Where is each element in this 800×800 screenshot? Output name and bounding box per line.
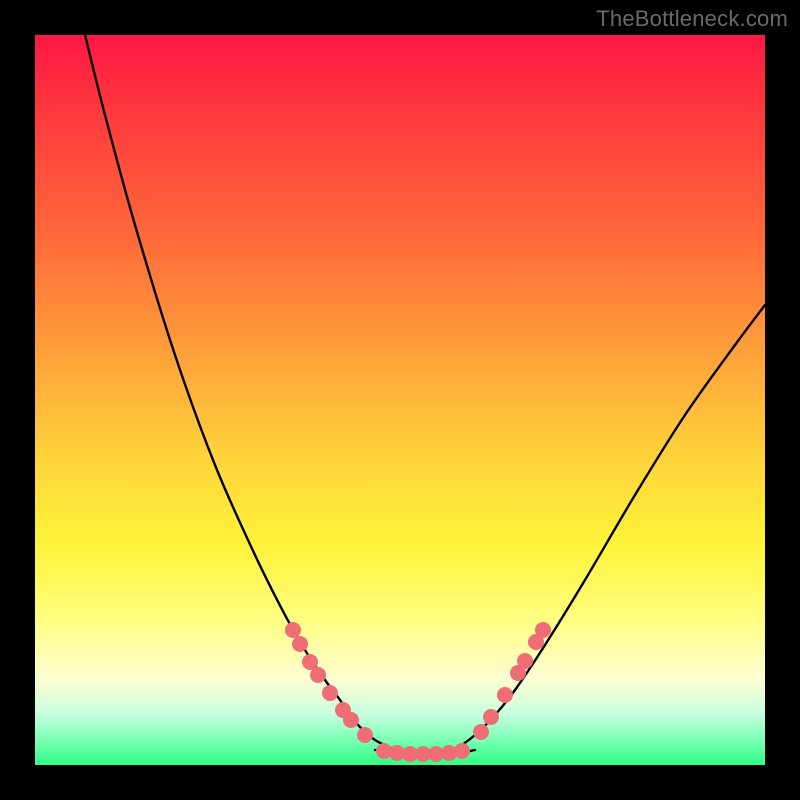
watermark-label: TheBottleneck.com — [596, 6, 788, 32]
curve-right-curve — [455, 305, 765, 750]
chart-frame: TheBottleneck.com — [0, 0, 800, 800]
data-marker — [454, 743, 470, 759]
data-marker — [285, 622, 301, 638]
chart-svg — [35, 35, 765, 765]
data-marker — [483, 709, 499, 725]
data-marker — [322, 685, 338, 701]
data-marker — [473, 724, 489, 740]
data-marker — [292, 636, 308, 652]
plot-area — [35, 35, 765, 765]
data-marker — [310, 667, 326, 683]
data-marker — [343, 712, 359, 728]
curve-left-curve — [85, 35, 395, 750]
marker-group — [285, 622, 551, 762]
curve-group — [85, 35, 765, 755]
data-marker — [357, 727, 373, 743]
data-marker — [517, 653, 533, 669]
data-marker — [497, 687, 513, 703]
data-marker — [535, 622, 551, 638]
